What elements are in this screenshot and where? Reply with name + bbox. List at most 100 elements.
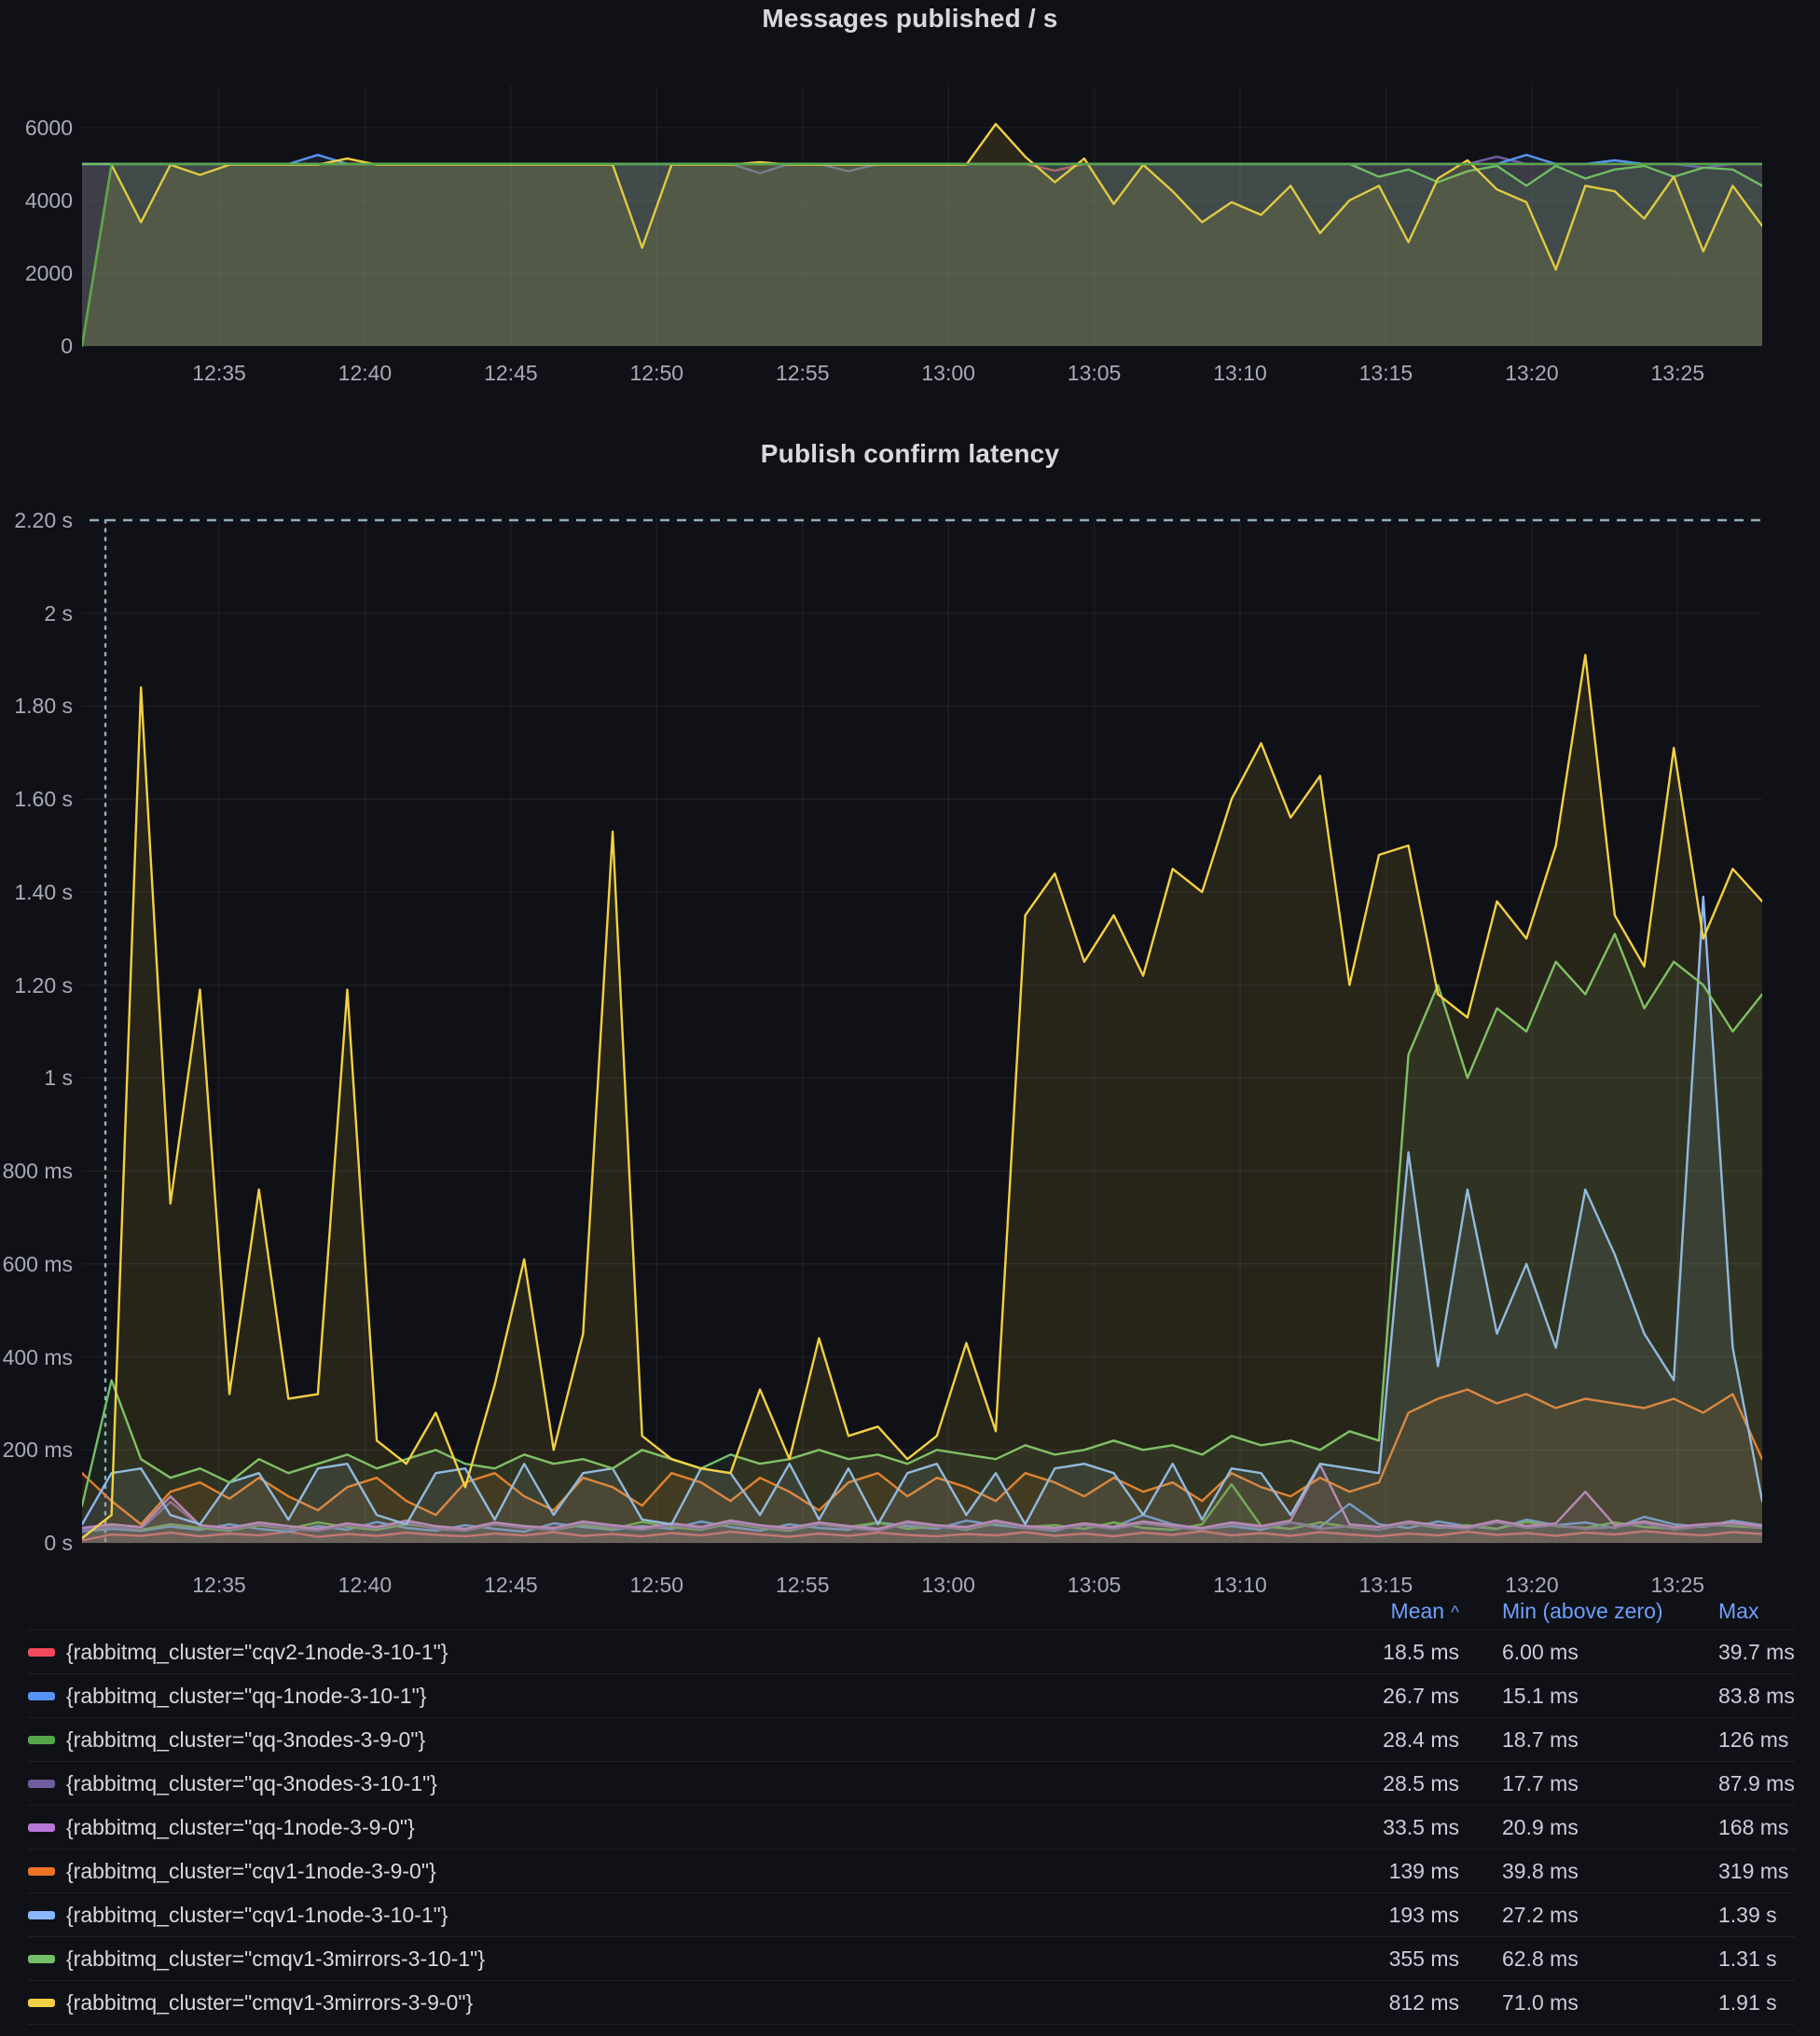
legend-series-label[interactable]: {rabbitmq_cluster="cmqv1-3mirrors-3-10-1… [66,1947,485,1972]
x-axis-tick-label: 13:20 [1490,360,1574,386]
x-axis-tick-label: 12:40 [323,1572,407,1598]
legend-table: Mean^ Min (above zero) Max {rabbitmq_clu… [28,1592,1795,2025]
legend-min-value: 71.0 ms [1502,1990,1705,2015]
legend-mean-value: 28.5 ms [1338,1771,1459,1796]
time-series-plot[interactable] [82,518,1762,1545]
legend-row: {rabbitmq_cluster="qq-3nodes-3-10-1"} 28.… [28,1762,1795,1806]
y-axis-tick-label: 2 s [0,600,73,626]
x-axis-tick-label: 13:15 [1344,1572,1427,1598]
legend-min-value: 15.1 ms [1502,1684,1705,1709]
legend-max-value: 87.9 ms [1705,1771,1795,1796]
legend-min-value: 20.9 ms [1502,1815,1705,1840]
x-axis-tick-label: 12:45 [469,1572,553,1598]
legend-mean-value: 355 ms [1338,1947,1459,1972]
x-axis-tick-label: 13:25 [1635,360,1719,386]
legend-row: {rabbitmq_cluster="cmqv1-3mirrors-3-9-0"… [28,1981,1795,2025]
y-axis-tick-label: 6000 [0,115,73,141]
legend-color-swatch [28,1955,55,1963]
x-axis-tick-label: 13:25 [1635,1572,1719,1598]
y-axis-tick-label: 800 ms [0,1158,73,1184]
legend-series-label[interactable]: {rabbitmq_cluster="qq-3nodes-3-10-1"} [66,1771,437,1796]
legend-color-swatch [28,1867,55,1876]
x-axis-tick-label: 12:45 [469,360,553,386]
panel-title-publish-confirm-latency[interactable]: Publish confirm latency [0,439,1820,469]
legend-min-value: 27.2 ms [1502,1903,1705,1928]
legend-row: {rabbitmq_cluster="qq-1node-3-10-1"} 26.7… [28,1674,1795,1718]
legend-min-value: 18.7 ms [1502,1727,1705,1753]
legend-series-label[interactable]: {rabbitmq_cluster="cqv1-1node-3-9-0"} [66,1859,436,1884]
y-axis-tick-label: 200 ms [0,1437,73,1463]
legend-color-swatch [28,1911,55,1919]
legend-row: {rabbitmq_cluster="qq-3nodes-3-9-0"} 28.4… [28,1718,1795,1762]
legend-max-value: 319 ms [1705,1859,1795,1884]
legend-header-mean[interactable]: Mean^ [1338,1599,1459,1624]
legend-max-value: 1.31 s [1705,1947,1795,1972]
legend-color-swatch [28,1823,55,1832]
legend-header-row: Mean^ Min (above zero) Max [28,1592,1795,1630]
panel-title-messages-published[interactable]: Messages published / s [0,4,1820,34]
legend-min-value: 39.8 ms [1502,1859,1705,1884]
x-axis-tick-label: 12:35 [177,1572,261,1598]
legend-mean-value: 28.4 ms [1338,1727,1459,1753]
y-axis-tick-label: 2.20 s [0,507,73,533]
y-axis-tick-label: 1 s [0,1065,73,1091]
legend-color-swatch [28,1999,55,2007]
y-axis-tick-label: 1.20 s [0,972,73,998]
y-axis-tick-label: 1.60 s [0,786,73,812]
x-axis-tick-label: 13:00 [906,1572,990,1598]
x-axis-tick-label: 13:20 [1490,1572,1574,1598]
x-axis-tick-label: 13:10 [1198,360,1282,386]
x-axis-tick-label: 12:55 [761,360,845,386]
legend-min-value: 6.00 ms [1502,1640,1705,1665]
legend-color-swatch [28,1780,55,1788]
legend-mean-value: 193 ms [1338,1903,1459,1928]
legend-max-value: 83.8 ms [1705,1684,1795,1709]
legend-header-min[interactable]: Min (above zero) [1502,1599,1705,1624]
legend-series-label[interactable]: {rabbitmq_cluster="qq-1node-3-10-1"} [66,1684,427,1709]
legend-row: {rabbitmq_cluster="cqv1-1node-3-9-0"} 139… [28,1850,1795,1893]
legend-mean-value: 18.5 ms [1338,1640,1459,1665]
sort-asc-icon: ^ [1451,1603,1459,1623]
legend-min-value: 62.8 ms [1502,1947,1705,1972]
x-axis-tick-label: 12:40 [323,360,407,386]
legend-series-label[interactable]: {rabbitmq_cluster="qq-1node-3-9-0"} [66,1815,415,1840]
legend-header-max[interactable]: Max [1705,1599,1795,1624]
y-axis-tick-label: 0 s [0,1530,73,1556]
y-axis-tick-label: 4000 [0,187,73,213]
legend-series-label[interactable]: {rabbitmq_cluster="cmqv1-3mirrors-3-9-0"… [66,1990,473,2015]
legend-row: {rabbitmq_cluster="cmqv1-3mirrors-3-10-1… [28,1937,1795,1981]
x-axis-tick-label: 12:50 [614,1572,698,1598]
legend-series-label[interactable]: {rabbitmq_cluster="cqv1-1node-3-10-1"} [66,1903,448,1928]
legend-series-label[interactable]: {rabbitmq_cluster="cqv2-1node-3-10-1"} [66,1640,448,1665]
legend-series-label[interactable]: {rabbitmq_cluster="qq-3nodes-3-9-0"} [66,1727,425,1753]
legend-mean-value: 26.7 ms [1338,1684,1459,1709]
legend-max-value: 168 ms [1705,1815,1795,1840]
legend-color-swatch [28,1692,55,1700]
time-series-plot[interactable] [82,86,1762,348]
grafana-dashboard: Messages published / s Publish confirm l… [0,0,1820,2036]
x-axis-tick-label: 13:05 [1053,360,1137,386]
x-axis-tick-label: 13:00 [906,360,990,386]
legend-mean-value: 139 ms [1338,1859,1459,1884]
y-axis-tick-label: 0 [0,333,73,359]
legend-max-value: 126 ms [1705,1727,1795,1753]
legend-max-value: 39.7 ms [1705,1640,1795,1665]
y-axis-tick-label: 1.40 s [0,879,73,905]
legend-color-swatch [28,1648,55,1657]
y-axis-tick-label: 2000 [0,260,73,286]
y-axis-tick-label: 600 ms [0,1251,73,1277]
x-axis-tick-label: 12:55 [761,1572,845,1598]
y-axis-tick-label: 400 ms [0,1344,73,1370]
legend-row: {rabbitmq_cluster="qq-1node-3-9-0"} 33.5 … [28,1806,1795,1850]
series-fill-cmqv1-3mirrors-3-9-0 [82,655,1762,1543]
legend-mean-value: 33.5 ms [1338,1815,1459,1840]
legend-row: {rabbitmq_cluster="cqv1-1node-3-10-1"} 19… [28,1893,1795,1937]
legend-max-value: 1.91 s [1705,1990,1795,2015]
x-axis-tick-label: 12:50 [614,360,698,386]
x-axis-tick-label: 12:35 [177,360,261,386]
x-axis-tick-label: 13:15 [1344,360,1427,386]
legend-row: {rabbitmq_cluster="cqv2-1node-3-10-1"} 18… [28,1630,1795,1674]
legend-max-value: 1.39 s [1705,1903,1795,1928]
legend-mean-value: 812 ms [1338,1990,1459,2015]
series-fill-green-steady-5000 [82,164,1762,346]
